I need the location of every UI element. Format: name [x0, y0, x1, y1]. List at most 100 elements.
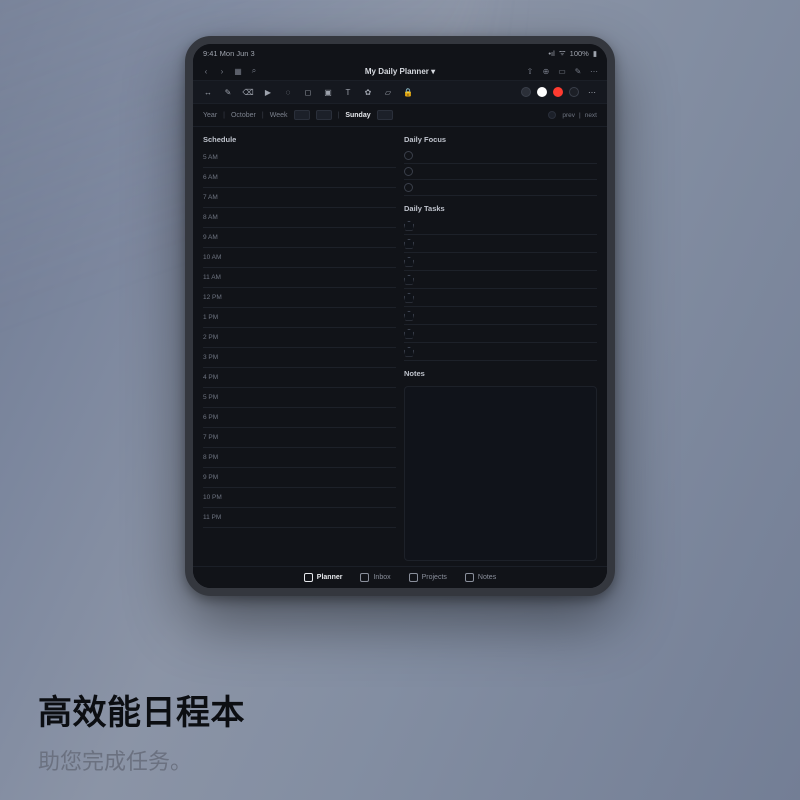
tool-ruler-icon[interactable]: ▱ [381, 85, 395, 99]
edit-icon[interactable]: ✎ [573, 66, 583, 76]
color-swatch-red[interactable] [553, 87, 563, 97]
tool-shapes-icon[interactable]: ◻ [301, 85, 315, 99]
task-line[interactable] [404, 289, 597, 307]
schedule-slot[interactable]: 11 AM [203, 268, 396, 288]
tool-stamp-icon[interactable]: ✿ [361, 85, 375, 99]
tool-image-icon[interactable]: ▣ [321, 85, 335, 99]
calendar-icon [304, 573, 313, 582]
task-line[interactable] [404, 235, 597, 253]
inbox-icon [360, 573, 369, 582]
caption-headline: 高效能日程本 [38, 685, 762, 734]
nav-inbox[interactable]: Inbox [360, 573, 390, 582]
schedule-slot[interactable]: 10 AM [203, 248, 396, 268]
time-label: 7 AM [203, 194, 229, 201]
time-label: 10 AM [203, 254, 229, 261]
time-label: 9 AM [203, 234, 229, 241]
schedule-slot[interactable]: 2 PM [203, 328, 396, 348]
tool-move-icon[interactable]: ↔ [201, 85, 215, 99]
nav-day[interactable]: Sunday [345, 112, 370, 119]
forward-icon[interactable]: › [217, 66, 227, 76]
nav-year[interactable]: Year [203, 112, 217, 119]
focus-line[interactable] [404, 180, 597, 196]
nav-projects[interactable]: Projects [409, 573, 447, 582]
schedule-slot[interactable]: 9 PM [203, 468, 396, 488]
schedule-slot[interactable]: 10 PM [203, 488, 396, 508]
task-line[interactable] [404, 217, 597, 235]
color-swatch-dark[interactable] [521, 87, 531, 97]
schedule-slot[interactable]: 7 AM [203, 188, 396, 208]
time-label: 4 PM [203, 374, 229, 381]
schedule-slot[interactable]: 6 AM [203, 168, 396, 188]
tool-lock-icon[interactable]: 🔒 [401, 85, 415, 99]
schedule-slot[interactable]: 1 PM [203, 308, 396, 328]
battery-icon: ▮ [593, 49, 597, 58]
task-line[interactable] [404, 307, 597, 325]
notes-area[interactable] [404, 386, 597, 561]
task-line[interactable] [404, 253, 597, 271]
task-line[interactable] [404, 271, 597, 289]
nav-month[interactable]: October [231, 112, 256, 119]
time-label: 6 AM [203, 174, 229, 181]
planner-content: Schedule 5 AM 6 AM 7 AM 8 AM 9 AM 10 AM 11 AM 1… [193, 127, 607, 565]
tool-highlighter-icon[interactable]: ▶ [261, 85, 275, 99]
time-label: 12 PM [203, 294, 229, 301]
color-swatch-dark2[interactable] [569, 87, 579, 97]
nav-notes[interactable]: Notes [465, 573, 496, 582]
focus-line[interactable] [404, 148, 597, 164]
schedule-title: Schedule [203, 135, 396, 144]
caption-block: 高效能日程本 助您完成任务。 [38, 685, 762, 776]
schedule-slot[interactable]: 5 PM [203, 388, 396, 408]
nav-next[interactable]: next [585, 112, 597, 119]
notes-icon [465, 573, 474, 582]
time-label: 10 PM [203, 494, 229, 501]
nav-planner[interactable]: Planner [304, 573, 343, 582]
caption-subline: 助您完成任务。 [38, 744, 762, 776]
status-time: 9:41 Mon Jun 3 [203, 49, 255, 58]
schedule-slot[interactable]: 4 PM [203, 368, 396, 388]
schedule-column: Schedule 5 AM 6 AM 7 AM 8 AM 9 AM 10 AM 11 AM 1… [203, 133, 396, 561]
schedule-slot[interactable]: 6 PM [203, 408, 396, 428]
app-title[interactable]: My Daily Planner ▾ [365, 67, 435, 76]
more-icon[interactable]: ⋯ [589, 66, 599, 76]
tool-pen-icon[interactable]: ✎ [221, 85, 235, 99]
tool-lasso-icon[interactable]: ◌ [281, 85, 295, 99]
schedule-slot[interactable]: 9 AM [203, 228, 396, 248]
bottom-nav: Planner Inbox Projects Notes [193, 566, 607, 588]
nav-notes-label: Notes [478, 574, 496, 581]
week-chip-2[interactable] [316, 110, 332, 120]
share-icon[interactable]: ⇧ [525, 66, 535, 76]
schedule-slot[interactable]: 5 AM [203, 148, 396, 168]
time-label: 8 AM [203, 214, 229, 221]
back-icon[interactable]: ‹ [201, 66, 211, 76]
status-wifi-icon: ᯤ [559, 48, 566, 58]
schedule-slot[interactable]: 7 PM [203, 428, 396, 448]
new-icon[interactable]: ⊕ [541, 66, 551, 76]
nav-week[interactable]: Week [270, 112, 288, 119]
time-label: 11 PM [203, 514, 229, 521]
week-chip-1[interactable] [294, 110, 310, 120]
app-title-bar: ‹ › ▦ ⌕ My Daily Planner ▾ ⇧ ⊕ ▭ ✎ ⋯ [193, 62, 607, 80]
date-nav: Year | October | Week | Sunday prev | ne… [193, 104, 607, 127]
time-label: 5 PM [203, 394, 229, 401]
color-swatch-white[interactable] [537, 87, 547, 97]
tablet-device: 9:41 Mon Jun 3 •ıl ᯤ 100% ▮ ‹ › ▦ ⌕ My D… [185, 36, 615, 596]
grid-icon[interactable]: ▦ [233, 66, 243, 76]
task-line[interactable] [404, 343, 597, 361]
schedule-slot[interactable]: 3 PM [203, 348, 396, 368]
task-line[interactable] [404, 325, 597, 343]
time-label: 7 PM [203, 434, 229, 441]
time-label: 3 PM [203, 354, 229, 361]
tool-eraser-icon[interactable]: ⌫ [241, 85, 255, 99]
schedule-slot[interactable]: 11 PM [203, 508, 396, 528]
tool-text-icon[interactable]: T [341, 85, 355, 99]
nav-dot-icon[interactable] [548, 111, 556, 119]
schedule-slot[interactable]: 8 AM [203, 208, 396, 228]
overflow-icon[interactable]: ⋯ [585, 85, 599, 99]
search-icon[interactable]: ⌕ [249, 66, 259, 76]
day-chip[interactable] [377, 110, 393, 120]
nav-prev[interactable]: prev [562, 112, 575, 119]
schedule-slot[interactable]: 12 PM [203, 288, 396, 308]
page-icon[interactable]: ▭ [557, 66, 567, 76]
focus-line[interactable] [404, 164, 597, 180]
schedule-slot[interactable]: 8 PM [203, 448, 396, 468]
